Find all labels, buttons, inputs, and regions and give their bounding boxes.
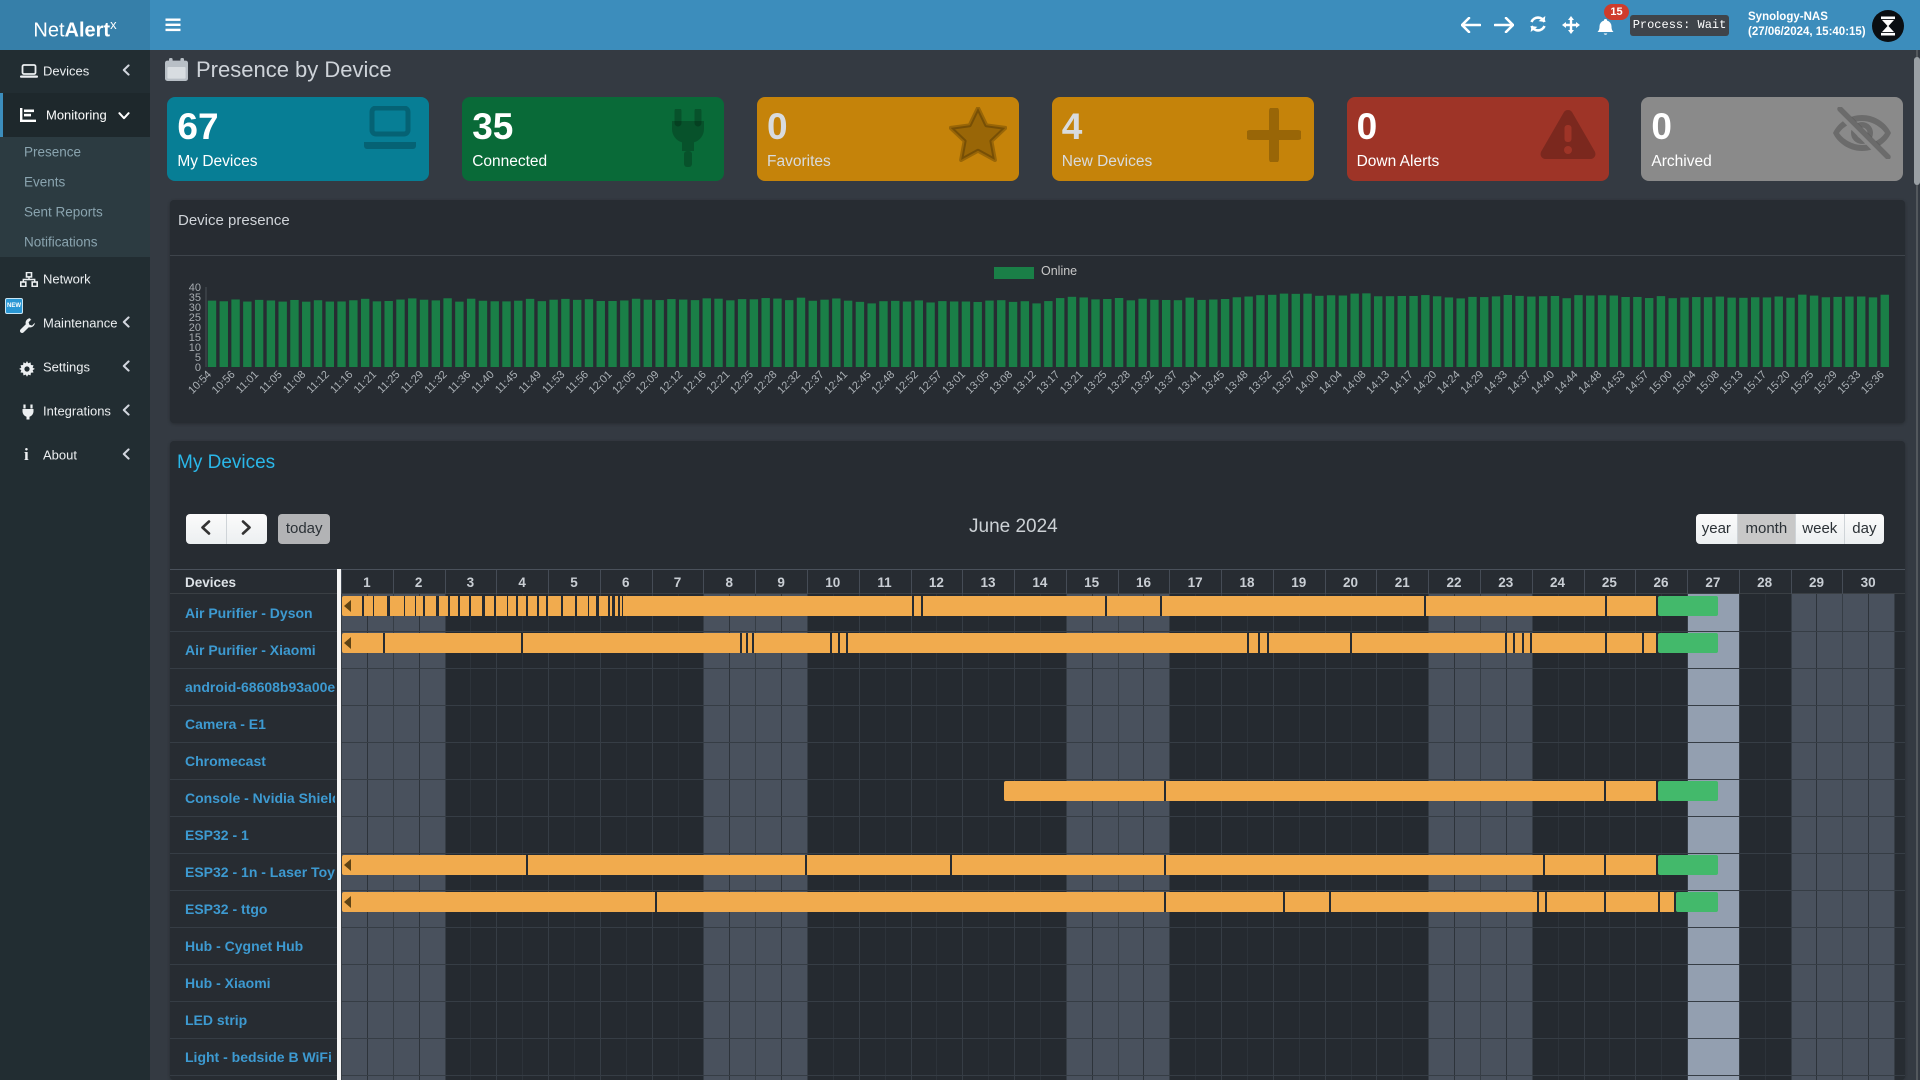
- svg-text:12:28: 12:28: [752, 369, 780, 397]
- svg-text:11:08: 11:08: [281, 369, 308, 396]
- svg-text:12:48: 12:48: [869, 369, 897, 397]
- svg-text:12:41: 12:41: [822, 369, 850, 397]
- svg-text:12:37: 12:37: [799, 369, 827, 397]
- svg-text:11:05: 11:05: [257, 369, 284, 396]
- svg-text:15:00: 15:00: [1647, 369, 1675, 397]
- svg-text:11:21: 11:21: [352, 369, 379, 396]
- svg-text:14:33: 14:33: [1482, 369, 1510, 397]
- svg-text:11:40: 11:40: [469, 369, 496, 396]
- svg-text:12:12: 12:12: [657, 369, 685, 397]
- svg-text:14:00: 14:00: [1293, 369, 1321, 397]
- svg-text:11:25: 11:25: [375, 369, 402, 396]
- svg-text:11:56: 11:56: [564, 369, 591, 396]
- svg-text:14:37: 14:37: [1506, 369, 1534, 397]
- svg-text:12:57: 12:57: [917, 369, 945, 397]
- svg-text:12:01: 12:01: [587, 369, 615, 397]
- svg-text:13:32: 13:32: [1129, 369, 1157, 397]
- svg-text:14:17: 14:17: [1388, 369, 1416, 397]
- svg-text:14:20: 14:20: [1411, 369, 1439, 397]
- svg-text:14:13: 14:13: [1364, 369, 1392, 397]
- svg-text:14:40: 14:40: [1529, 369, 1557, 397]
- svg-text:13:57: 13:57: [1270, 369, 1298, 397]
- svg-text:13:21: 13:21: [1058, 369, 1086, 397]
- svg-text:14:24: 14:24: [1435, 369, 1463, 397]
- svg-text:13:48: 13:48: [1223, 369, 1251, 397]
- svg-text:14:57: 14:57: [1623, 369, 1651, 397]
- svg-text:15:17: 15:17: [1741, 369, 1769, 397]
- svg-text:13:12: 13:12: [1011, 369, 1039, 397]
- svg-text:13:52: 13:52: [1246, 369, 1274, 397]
- svg-text:13:08: 13:08: [987, 369, 1015, 397]
- svg-text:13:17: 13:17: [1034, 369, 1062, 397]
- svg-text:12:16: 12:16: [681, 369, 709, 397]
- svg-text:14:29: 14:29: [1458, 369, 1486, 397]
- svg-text:11:49: 11:49: [517, 369, 544, 396]
- svg-text:40: 40: [189, 282, 201, 294]
- svg-text:11:32: 11:32: [422, 369, 449, 396]
- svg-text:11:53: 11:53: [540, 369, 567, 396]
- svg-text:14:53: 14:53: [1600, 369, 1628, 397]
- svg-text:15:33: 15:33: [1835, 369, 1863, 397]
- svg-text:12:09: 12:09: [634, 369, 662, 397]
- svg-text:13:28: 13:28: [1105, 369, 1133, 397]
- svg-text:12:21: 12:21: [704, 369, 732, 397]
- svg-text:15:25: 15:25: [1788, 369, 1816, 397]
- svg-text:13:41: 13:41: [1176, 369, 1204, 397]
- svg-text:14:08: 14:08: [1341, 369, 1369, 397]
- svg-text:15:08: 15:08: [1694, 369, 1722, 397]
- svg-text:15:36: 15:36: [1859, 369, 1887, 397]
- svg-text:12:25: 12:25: [728, 369, 756, 397]
- svg-text:11:45: 11:45: [493, 369, 520, 396]
- svg-text:12:45: 12:45: [846, 369, 874, 397]
- svg-text:13:05: 13:05: [964, 369, 992, 397]
- svg-text:13:25: 13:25: [1081, 369, 1109, 397]
- svg-text:10:56: 10:56: [210, 369, 238, 397]
- svg-text:12:32: 12:32: [775, 369, 803, 397]
- svg-text:11:36: 11:36: [446, 369, 473, 396]
- svg-text:13:45: 13:45: [1199, 369, 1227, 397]
- svg-text:14:44: 14:44: [1553, 369, 1581, 397]
- svg-text:15:04: 15:04: [1670, 369, 1698, 397]
- svg-text:15:20: 15:20: [1765, 369, 1793, 397]
- svg-text:11:29: 11:29: [399, 369, 426, 396]
- svg-text:13:37: 13:37: [1152, 369, 1180, 397]
- svg-text:14:04: 14:04: [1317, 369, 1345, 397]
- svg-text:13:01: 13:01: [940, 369, 968, 397]
- svg-text:11:16: 11:16: [328, 369, 355, 396]
- svg-text:12:52: 12:52: [893, 369, 921, 397]
- svg-text:12:05: 12:05: [610, 369, 638, 397]
- svg-text:15:13: 15:13: [1718, 369, 1746, 397]
- svg-text:11:01: 11:01: [234, 369, 261, 396]
- svg-text:14:48: 14:48: [1576, 369, 1604, 397]
- svg-text:15:29: 15:29: [1812, 369, 1840, 397]
- svg-text:11:12: 11:12: [305, 369, 332, 396]
- svg-text:10:54: 10:54: [186, 369, 214, 397]
